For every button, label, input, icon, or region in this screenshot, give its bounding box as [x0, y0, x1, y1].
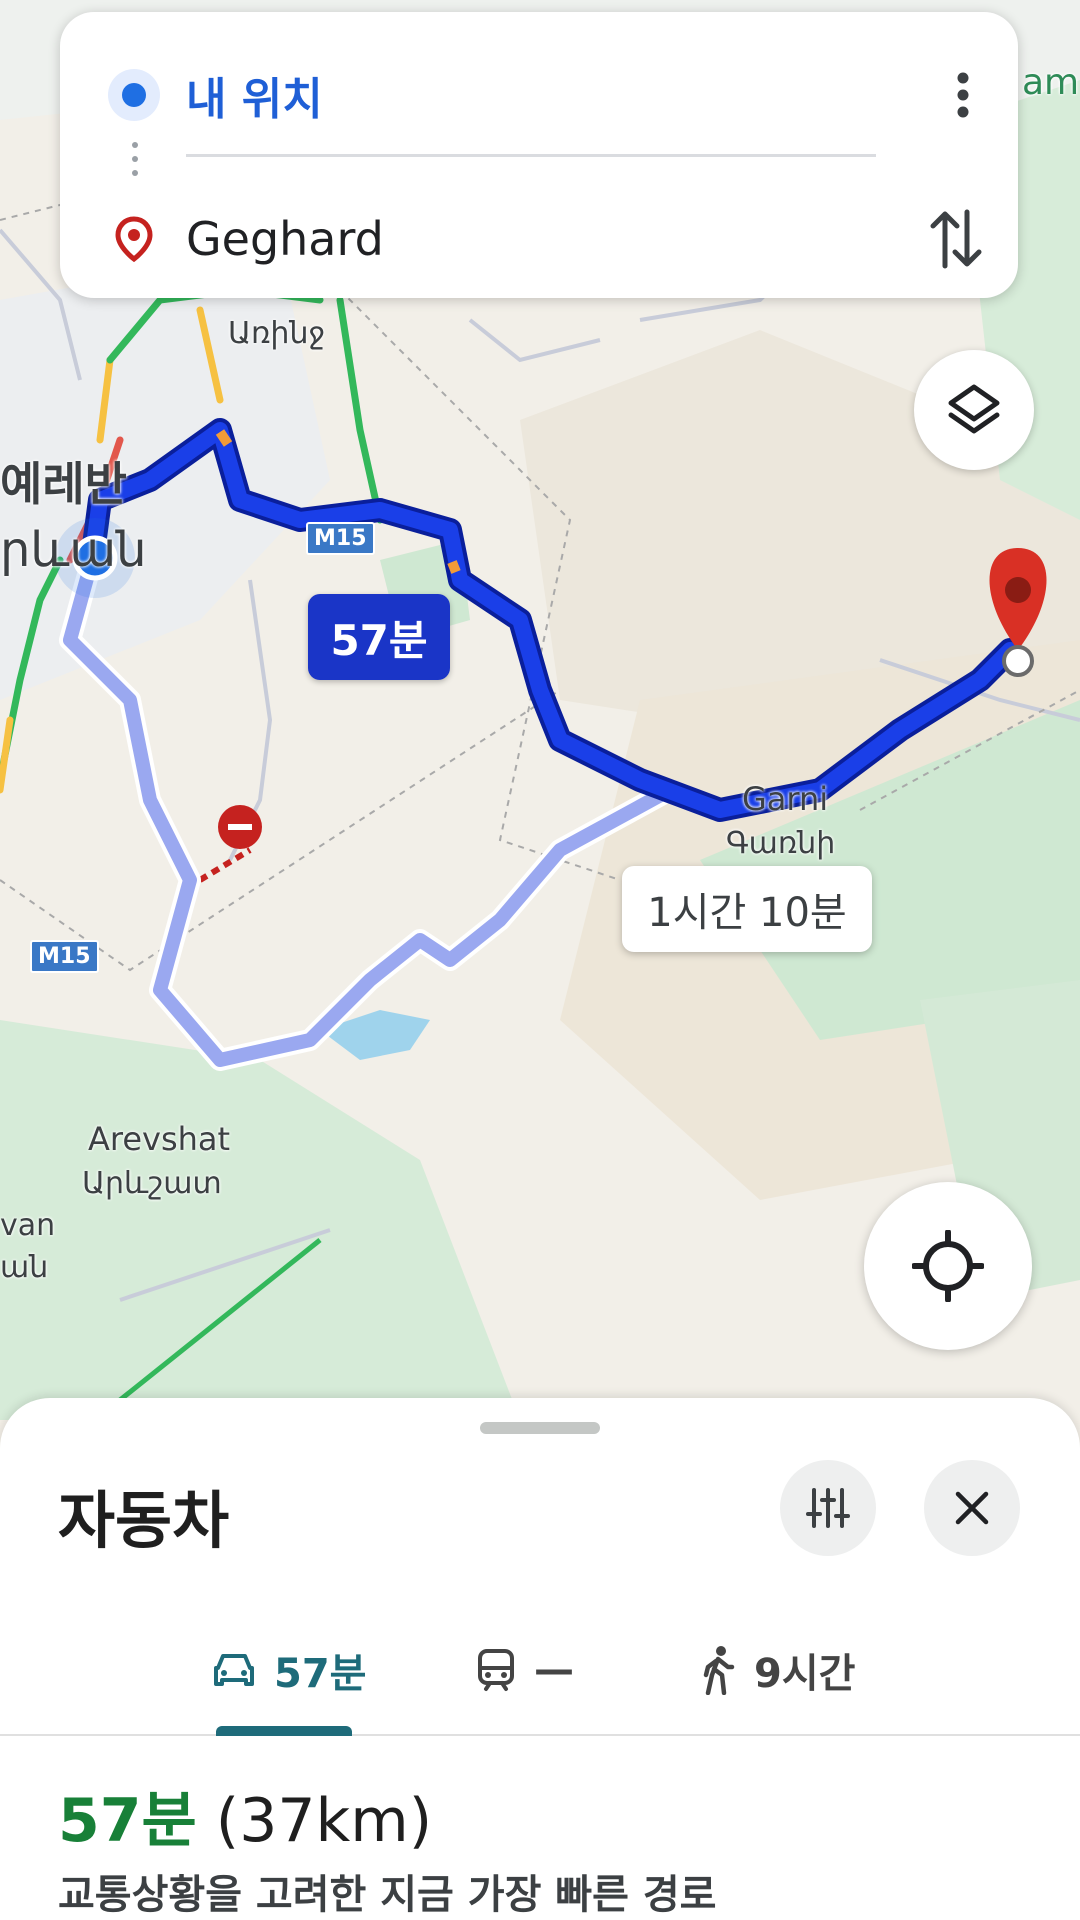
divider: [186, 154, 876, 157]
directions-search-card: 내 위치 Geghard: [60, 12, 1018, 298]
destination-field[interactable]: Geghard: [186, 212, 384, 266]
map-label-arevshat-arm: Արևշատ: [82, 1166, 222, 1201]
destination-row[interactable]: Geghard: [60, 196, 1018, 282]
map-label-edge-left2: ան: [0, 1250, 49, 1285]
travel-mode-tabs: 57분 — 9시간: [0, 1620, 1080, 1736]
tab-transit[interactable]: —: [476, 1620, 574, 1720]
map-label-yerevan-arm: րևան: [0, 522, 147, 578]
tab-walk-label: 9시간: [754, 1651, 856, 1697]
tab-transit-label: —: [534, 1647, 574, 1693]
walk-icon: [703, 1646, 735, 1695]
route-options-button[interactable]: [780, 1460, 876, 1556]
layers-icon: [948, 384, 1000, 434]
map-label-garni: Garni: [742, 780, 829, 818]
route-description: 교통상황을 고려한 지금 가장 빠른 경로: [58, 1872, 717, 1918]
my-location-button[interactable]: [864, 1182, 1032, 1350]
destination-marker-icon: [115, 216, 153, 263]
route-duration: 57분: [58, 1786, 197, 1856]
more-vertical-icon: [957, 72, 969, 118]
car-icon: [214, 1654, 254, 1686]
map-layers-button[interactable]: [914, 350, 1034, 470]
tab-walk[interactable]: 9시간: [700, 1620, 855, 1720]
origin-row[interactable]: 내 위치: [60, 52, 1018, 138]
map-label-arevshat: Arevshat: [88, 1120, 231, 1158]
map-label-arinj: Առինջ: [228, 316, 326, 351]
map-label-edge-top: am: [1022, 62, 1080, 103]
origin-field[interactable]: 내 위치: [186, 63, 323, 127]
close-icon: [955, 1491, 989, 1525]
map-label-garni-arm: Գառնի: [726, 826, 836, 861]
active-tab-indicator: [216, 1726, 352, 1736]
swap-arrows-icon: [930, 209, 982, 269]
road-shield-m15: M15: [306, 522, 375, 555]
sheet-title: 자동차: [58, 1484, 230, 1557]
tab-drive-label: 57분: [274, 1651, 367, 1697]
crosshair-location-icon: [912, 1230, 984, 1302]
map-label-edge-left1: van: [0, 1208, 56, 1243]
route-summary: 57분 (37km): [58, 1772, 432, 1859]
route-distance: (37km): [215, 1786, 433, 1856]
swap-button[interactable]: [916, 196, 996, 282]
train-icon: [478, 1649, 514, 1691]
main-route-time-bubble[interactable]: 57분: [308, 594, 450, 680]
more-options-button[interactable]: [938, 52, 988, 138]
map-label-yerevan: 예레반: [0, 457, 127, 511]
road-shield-m15: M15: [30, 940, 99, 973]
tune-sliders-icon: [806, 1488, 850, 1528]
alt-route-time-bubble[interactable]: 1시간 10분: [622, 866, 872, 952]
route-connector-dots: [132, 142, 138, 192]
sheet-drag-handle[interactable]: [480, 1422, 600, 1434]
origin-dot-icon: [108, 69, 160, 121]
close-button[interactable]: [924, 1460, 1020, 1556]
tab-drive[interactable]: 57분: [212, 1620, 366, 1720]
